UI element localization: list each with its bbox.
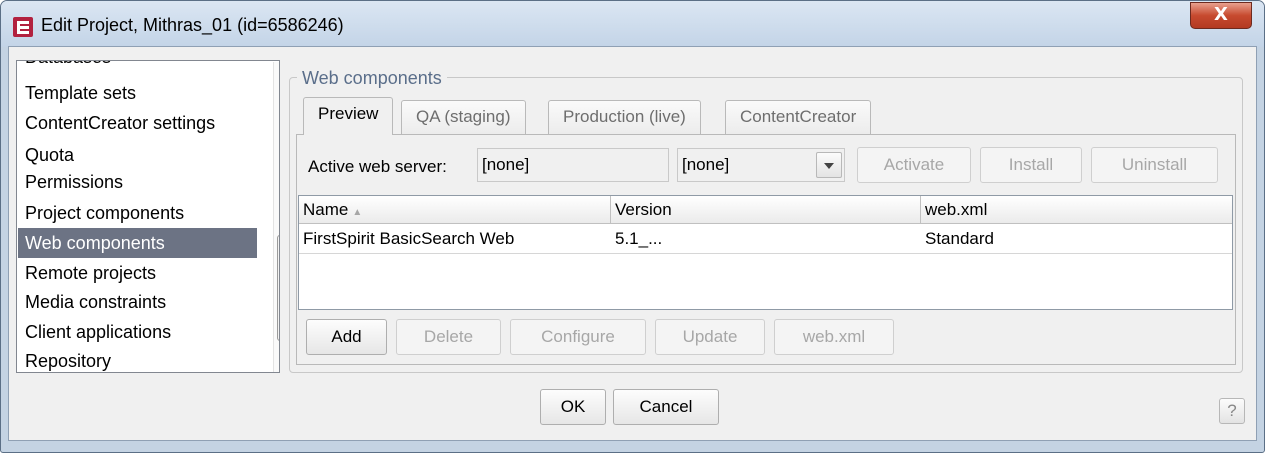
tab-contentcreator[interactable]: ContentCreator [725, 100, 872, 134]
column-header-webxml[interactable]: web.xml [921, 196, 1232, 224]
nav-item-project-components[interactable]: Project components [25, 198, 184, 228]
activate-button[interactable]: Activate [857, 147, 971, 183]
table-header: Name ▲ Version web.xml [299, 196, 1232, 224]
nav-item-repository[interactable]: Repository [25, 346, 111, 372]
scroll-up-icon[interactable] [279, 73, 280, 80]
cell-version: 5.1_... [615, 229, 663, 248]
ok-button[interactable]: OK [540, 389, 606, 425]
cell-name: FirstSpirit BasicSearch Web [303, 229, 515, 248]
tab-qa-staging[interactable]: QA (staging) [401, 100, 526, 134]
nav-item-quota[interactable]: Quota [25, 145, 74, 165]
install-button[interactable]: Install [980, 147, 1082, 183]
window-title: Edit Project, Mithras_01 (id=6586246) [41, 15, 344, 35]
configure-button[interactable]: Configure [510, 319, 646, 355]
scroll-down-icon[interactable] [279, 355, 280, 362]
cancel-button[interactable]: Cancel [613, 389, 719, 425]
column-header-name[interactable]: Name ▲ [299, 196, 611, 224]
cell-webxml: Standard [925, 229, 994, 248]
project-settings-list: Databases Template sets ContentCreator s… [16, 60, 280, 373]
webxml-button[interactable]: web.xml [774, 319, 894, 355]
scroll-thumb[interactable] [277, 235, 279, 341]
table-row[interactable]: FirstSpirit BasicSearch Web 5.1_... Stan… [299, 224, 1232, 254]
tab-production-live[interactable]: Production (live) [548, 100, 701, 134]
nav-item-contentcreator-settings[interactable]: ContentCreator settings [25, 108, 215, 138]
nav-item-permissions[interactable]: Permissions [25, 167, 123, 197]
column-header-version[interactable]: Version [611, 196, 921, 224]
nav-item-client-applications[interactable]: Client applications [25, 317, 171, 347]
nav-item-template-sets[interactable]: Template sets [25, 78, 136, 108]
delete-button[interactable]: Delete [396, 319, 501, 355]
add-button[interactable]: Add [306, 319, 387, 355]
nav-item-databases[interactable]: Databases [25, 61, 111, 72]
nav-scrollbar[interactable] [273, 62, 280, 372]
active-web-server-label: Active web server: [308, 157, 447, 176]
uninstall-button[interactable]: Uninstall [1091, 147, 1218, 183]
update-button[interactable]: Update [655, 319, 765, 355]
title-bar[interactable]: Edit Project, Mithras_01 (id=6586246) X [1, 1, 1264, 47]
sort-ascending-icon: ▲ [352, 207, 363, 218]
web-components-table: Name ▲ Version web.xml FirstSpirit BasicS… [298, 195, 1233, 310]
nav-item-web-components[interactable]: Web components [18, 228, 257, 258]
app-logo-icon [13, 17, 33, 37]
group-legend: Web components [297, 67, 447, 89]
tab-preview[interactable]: Preview [303, 97, 394, 135]
close-button[interactable]: X [1190, 2, 1252, 29]
nav-item-remote-projects[interactable]: Remote projects [25, 258, 156, 288]
help-icon[interactable]: ? [1219, 398, 1245, 424]
chevron-down-icon[interactable] [816, 152, 842, 178]
active-web-server-field: [none] [477, 148, 669, 182]
nav-item-media-constraints[interactable]: Media constraints [25, 287, 166, 317]
